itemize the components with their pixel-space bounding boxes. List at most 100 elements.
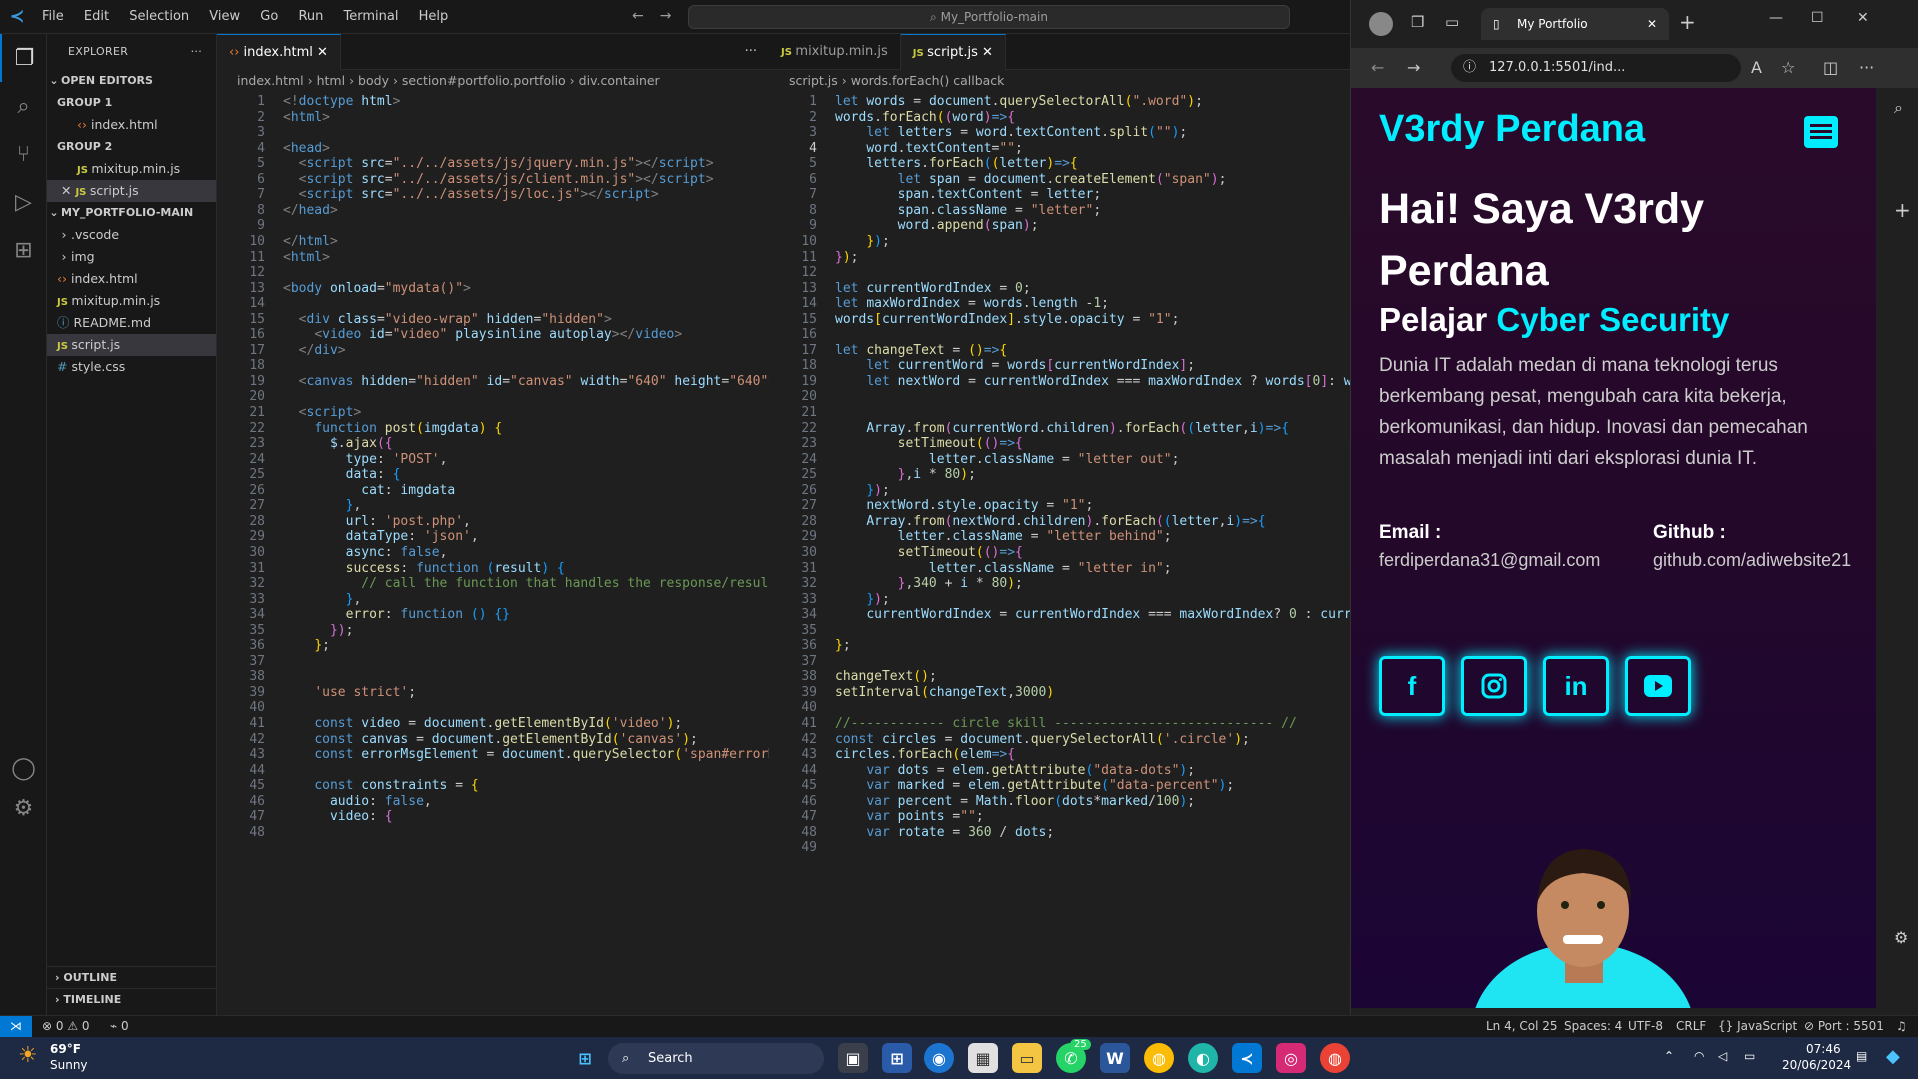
- ports-indicator[interactable]: ⌁ 0: [110, 1016, 129, 1037]
- manage-gear-icon[interactable]: ⚙: [0, 784, 47, 832]
- site-brand[interactable]: V3rdy Perdana: [1379, 108, 1645, 151]
- encoding[interactable]: UTF-8: [1628, 1016, 1663, 1037]
- code-editor-left[interactable]: 1 <!doctype html> 2 <html> 3 4 <head> 5 <script…: [217, 92, 769, 1015]
- menu-run[interactable]: Run: [290, 9, 331, 24]
- forward-arrow-icon[interactable]: →: [660, 8, 672, 24]
- minimize-icon[interactable]: —: [1769, 10, 1783, 26]
- new-tab-icon[interactable]: +: [1679, 10, 1696, 34]
- breadcrumb-item[interactable]: script.js: [789, 73, 838, 88]
- cursor-position[interactable]: Ln 4, Col 25: [1486, 1016, 1558, 1037]
- forward-icon[interactable]: →: [1407, 58, 1420, 77]
- search-icon[interactable]: ⌕: [0, 82, 47, 130]
- copilot-icon[interactable]: ◆: [1886, 1046, 1900, 1067]
- project-folder[interactable]: ⌄ MY_PORTFOLIO-MAIN: [47, 202, 216, 224]
- open-editor-item[interactable]: JS mixitup.min.js: [47, 158, 216, 180]
- code-editor-right[interactable]: 1 let words = document.querySelectorAll("…: [769, 92, 1350, 1015]
- settings-menu-icon[interactable]: ···: [1859, 58, 1874, 77]
- breadcrumb-item[interactable]: words.forEach() callback: [851, 73, 1005, 88]
- more-actions-icon[interactable]: ···: [745, 34, 757, 70]
- notification-icon[interactable]: ▤: [1856, 1049, 1867, 1063]
- info-icon[interactable]: ⓘ: [1463, 54, 1476, 82]
- clock-date[interactable]: 20/06/2024: [1782, 1058, 1851, 1072]
- search-icon[interactable]: ⌕: [1894, 98, 1903, 118]
- tree-item-mixitup[interactable]: JS mixitup.min.js: [47, 290, 216, 312]
- problems-indicator[interactable]: ⊗ 0 ⚠ 0: [42, 1016, 90, 1037]
- breadcrumb-item[interactable]: index.html: [237, 73, 304, 88]
- close-icon[interactable]: ✕: [317, 45, 328, 60]
- menu-view[interactable]: View: [201, 9, 248, 24]
- breadcrumb-item[interactable]: body: [358, 73, 389, 88]
- tree-item-readme[interactable]: ⓘ README.md: [47, 312, 216, 334]
- run-debug-icon[interactable]: ▷: [0, 178, 47, 226]
- close-icon[interactable]: ✕: [61, 183, 75, 198]
- extensions-icon[interactable]: ⊞: [0, 226, 47, 274]
- close-window-icon[interactable]: ✕: [1857, 10, 1869, 26]
- weather-sun-icon[interactable]: ☀: [18, 1043, 38, 1068]
- wifi-icon[interactable]: ◠: [1694, 1049, 1704, 1063]
- tab-index-html[interactable]: ‹› index.html ✕: [217, 34, 341, 70]
- chevron-up-icon[interactable]: ⌃: [1664, 1049, 1674, 1063]
- hamburger-menu-icon[interactable]: [1804, 116, 1838, 148]
- linkedin-icon[interactable]: in: [1543, 656, 1609, 716]
- back-icon[interactable]: ←: [1371, 58, 1384, 77]
- app-icon[interactable]: ◉: [924, 1043, 954, 1073]
- end-of-line[interactable]: CRLF: [1676, 1016, 1706, 1037]
- command-center[interactable]: ⌕ My_Portfolio-main: [688, 5, 1290, 29]
- language-mode[interactable]: {} JavaScript: [1718, 1016, 1797, 1037]
- add-icon[interactable]: +: [1894, 198, 1911, 222]
- tree-item-vscode[interactable]: › .vscode: [47, 224, 216, 246]
- back-arrow-icon[interactable]: ←: [632, 8, 644, 24]
- close-tab-icon[interactable]: ✕: [1647, 8, 1657, 40]
- breadcrumb-item[interactable]: div.container: [579, 73, 660, 88]
- tree-item-style[interactable]: # style.css: [47, 356, 216, 378]
- battery-icon[interactable]: ▭: [1744, 1049, 1755, 1063]
- favorite-star-icon[interactable]: ☆: [1781, 58, 1795, 77]
- facebook-icon[interactable]: f: [1379, 656, 1445, 716]
- menu-go[interactable]: Go: [252, 9, 286, 24]
- indentation[interactable]: Spaces: 4: [1564, 1016, 1622, 1037]
- chrome-icon[interactable]: ◍: [1144, 1043, 1174, 1073]
- more-actions-icon[interactable]: ···: [191, 34, 202, 70]
- live-server-port[interactable]: ⊘ Port : 5501: [1804, 1016, 1884, 1037]
- read-aloud-icon[interactable]: A: [1751, 58, 1762, 77]
- tree-item-index-html[interactable]: ‹› index.html: [47, 268, 216, 290]
- breadcrumb-item[interactable]: section#portfolio.portfolio: [402, 73, 566, 88]
- clock-time[interactable]: 07:46: [1806, 1042, 1841, 1056]
- instagram-icon[interactable]: [1461, 656, 1527, 716]
- group-1-label[interactable]: GROUP 1: [47, 92, 216, 114]
- outline-section[interactable]: › OUTLINE: [47, 966, 217, 988]
- close-icon[interactable]: ✕: [982, 45, 993, 60]
- browser-tab[interactable]: ▯ My Portfolio ✕: [1481, 8, 1669, 40]
- maximize-icon[interactable]: ☐: [1811, 10, 1824, 26]
- tree-item-img[interactable]: › img: [47, 246, 216, 268]
- notifications-bell-icon[interactable]: ♫: [1896, 1016, 1907, 1037]
- menu-terminal[interactable]: Terminal: [336, 9, 407, 24]
- menu-help[interactable]: Help: [411, 9, 457, 24]
- source-control-icon[interactable]: ⑂: [0, 130, 47, 178]
- tree-item-script[interactable]: JS script.js: [47, 334, 216, 356]
- vscode-icon[interactable]: ≺: [1232, 1043, 1262, 1073]
- menu-selection[interactable]: Selection: [121, 9, 197, 24]
- sidebar-settings-icon[interactable]: ⚙: [1894, 928, 1908, 947]
- timeline-section[interactable]: › TIMELINE: [47, 988, 217, 1010]
- tab-mixitup[interactable]: JS mixitup.min.js: [769, 34, 901, 70]
- url-bar[interactable]: ⓘ 127.0.0.1:5501/ind...: [1451, 54, 1741, 82]
- store-icon[interactable]: ⊞: [882, 1043, 912, 1073]
- open-editor-item[interactable]: ✕ JS script.js: [47, 180, 216, 202]
- youtube-icon[interactable]: [1625, 656, 1691, 716]
- tab-actions-icon[interactable]: ▭: [1445, 13, 1459, 31]
- open-editors-section[interactable]: ⌄ OPEN EDITORS: [47, 70, 216, 92]
- instagram-app-icon[interactable]: ◎: [1276, 1043, 1306, 1073]
- explorer-icon[interactable]: ❐: [0, 34, 47, 82]
- breadcrumb-item[interactable]: html: [317, 73, 345, 88]
- edge-icon[interactable]: ◐: [1188, 1043, 1218, 1073]
- chrome-profile-icon[interactable]: ◍: [1320, 1043, 1350, 1073]
- workspaces-icon[interactable]: ❒: [1411, 13, 1424, 31]
- file-explorer-icon[interactable]: ▭: [1012, 1043, 1042, 1073]
- split-screen-icon[interactable]: ◫: [1823, 58, 1838, 77]
- tab-script[interactable]: JS script.js ✕: [900, 34, 1006, 70]
- remote-icon[interactable]: ⋊: [0, 1016, 32, 1037]
- group-2-label[interactable]: GROUP 2: [47, 136, 216, 158]
- task-view-icon[interactable]: ▣: [838, 1043, 868, 1073]
- taskbar-search[interactable]: ⌕ Search: [608, 1043, 824, 1074]
